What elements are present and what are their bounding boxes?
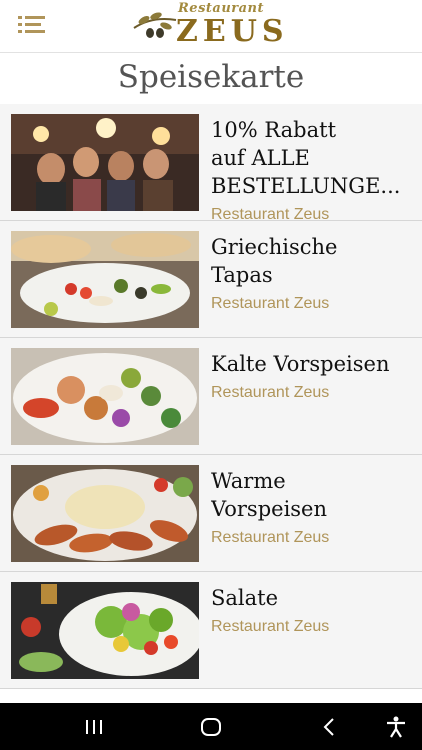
item-title: 10% Rabatt auf ALLE BESTELLUNGE... [211,118,401,198]
item-image-warm-starters [11,465,199,562]
item-image-tapas [11,231,199,328]
list-item[interactable]: Griechische Tapas Restaurant Zeus [0,221,422,338]
item-subtitle: Restaurant Zeus [211,618,330,635]
restaurant-logo: Restaurant ZEUS [132,0,284,52]
back-icon[interactable] [316,713,344,741]
page-title-bar: Speisekarte [0,53,422,104]
home-icon[interactable] [197,713,225,741]
item-image-salad [11,582,199,679]
olive-branch-icon [133,12,177,38]
list-item[interactable]: 10% Rabatt auf ALLE BESTELLUNGE... Resta… [0,104,422,223]
logo-main-text: ZEUS [176,14,289,49]
list-item[interactable]: Salate Restaurant Zeus [0,572,422,689]
menu-list: 10% Rabatt auf ALLE BESTELLUNGE... Resta… [0,104,422,689]
item-title: Salate [211,586,279,610]
page-title: Speisekarte [117,59,305,95]
item-title: Kalte Vorspeisen [211,352,390,376]
android-nav-bar [0,703,422,750]
item-image-party [11,114,199,211]
item-title: Griechische Tapas [211,235,338,287]
item-subtitle: Restaurant Zeus [211,529,330,546]
recent-apps-icon[interactable] [80,713,108,741]
accessibility-icon[interactable] [382,713,410,741]
menu-icon[interactable] [18,14,48,36]
item-subtitle: Restaurant Zeus [211,295,330,312]
list-item[interactable]: Kalte Vorspeisen Restaurant Zeus [0,338,422,455]
item-image-cold-starters [11,348,199,445]
item-title: Warme Vorspeisen [211,469,328,521]
app-header: Restaurant ZEUS [0,0,422,53]
list-item[interactable]: Warme Vorspeisen Restaurant Zeus [0,455,422,572]
item-subtitle: Restaurant Zeus [211,384,330,401]
